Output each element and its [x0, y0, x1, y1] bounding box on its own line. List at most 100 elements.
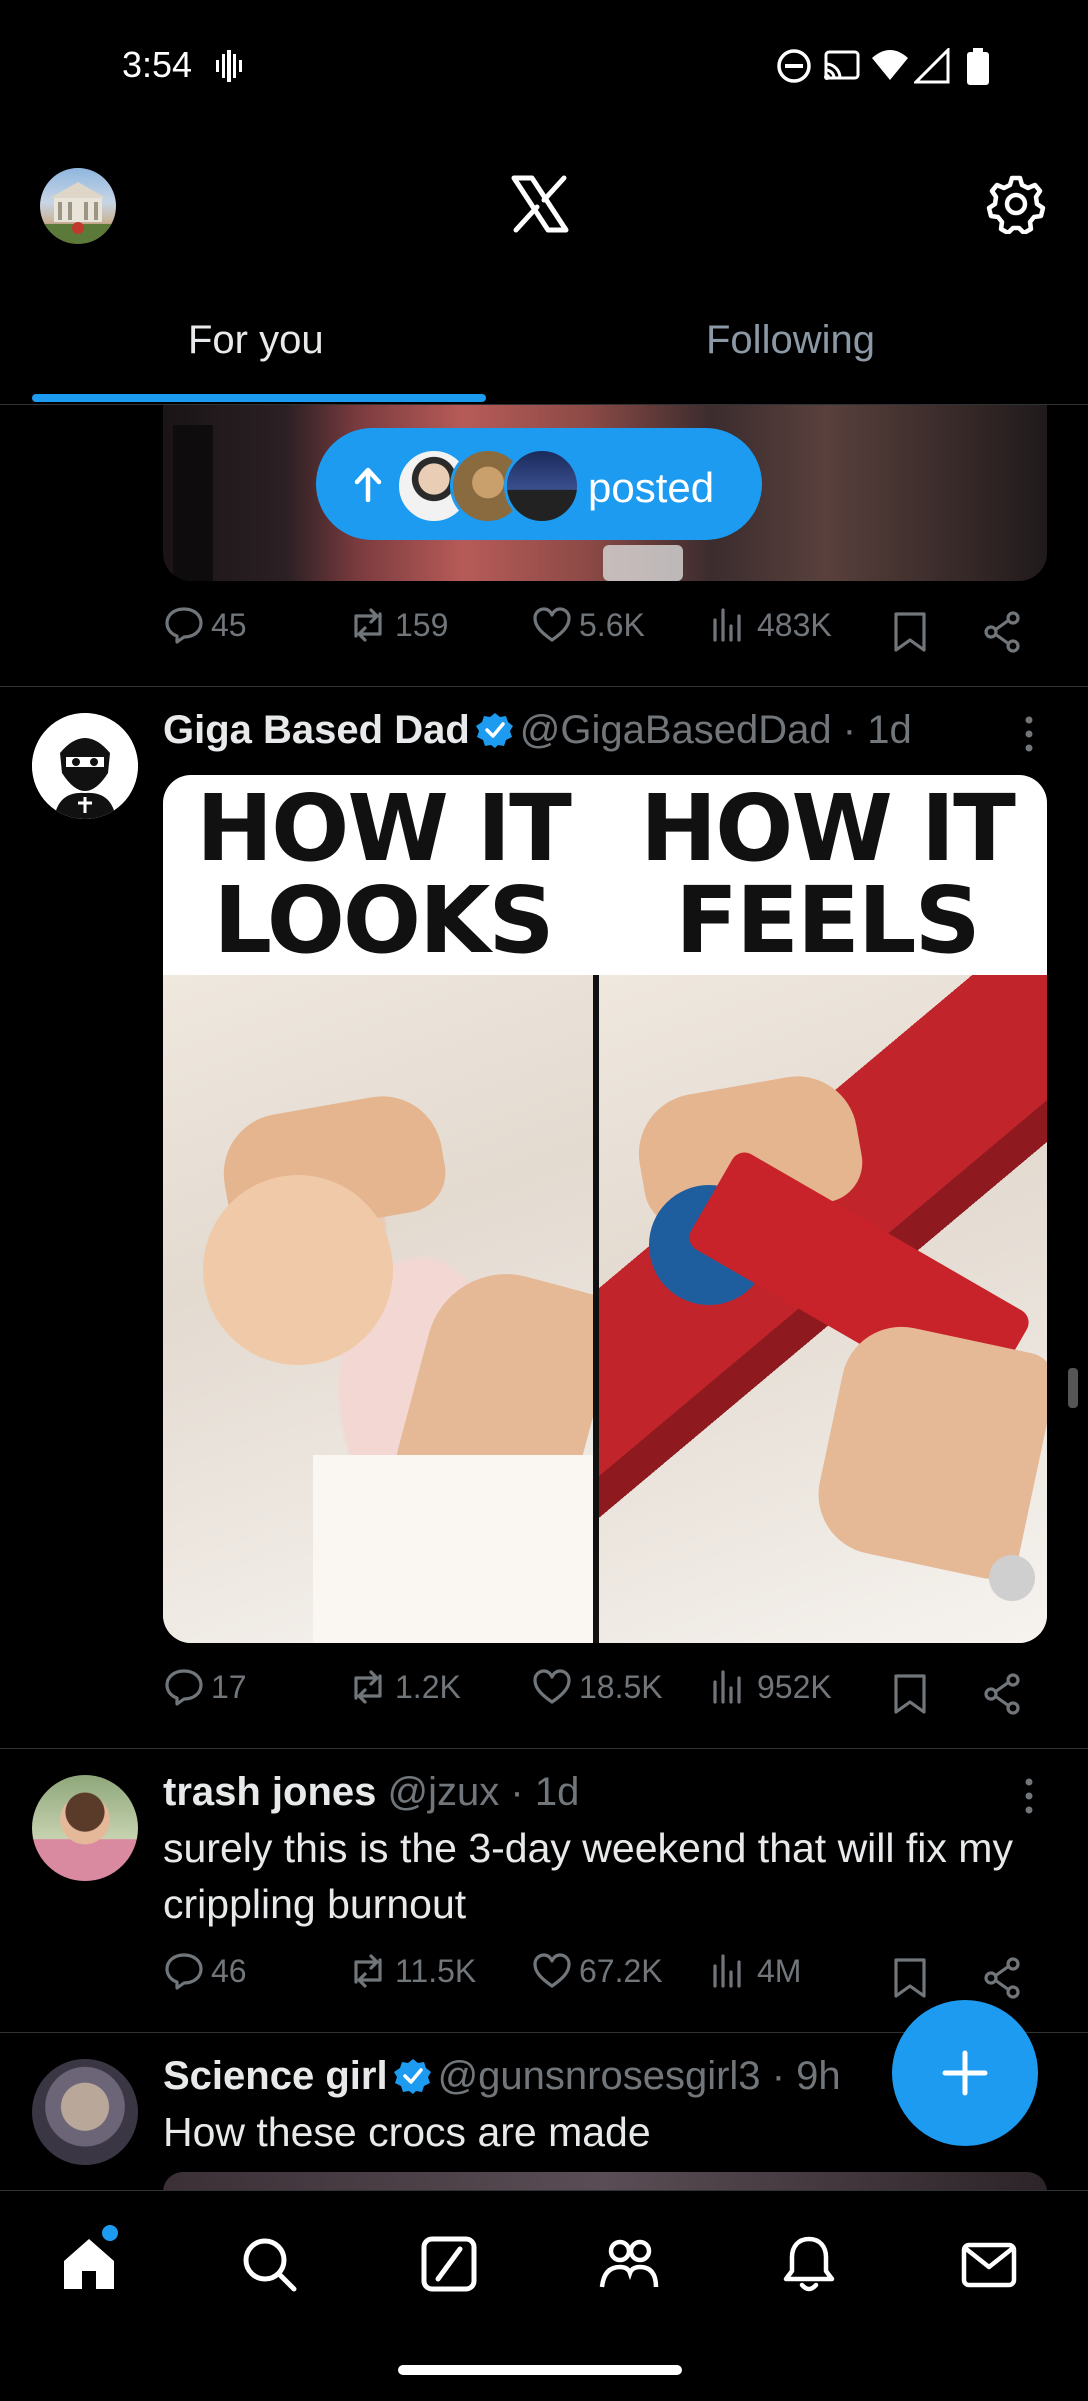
- do-not-disturb-icon: [777, 49, 811, 83]
- like-button[interactable]: 67.2K: [531, 1950, 663, 1992]
- divider: [0, 686, 1088, 687]
- view-count: 483K: [757, 606, 832, 643]
- views-button[interactable]: 952K: [709, 1666, 832, 1708]
- bookmark-icon[interactable]: [891, 610, 929, 654]
- views-button[interactable]: 483K: [709, 604, 832, 646]
- repost-count: 159: [395, 606, 449, 643]
- verified-badge-icon: [475, 713, 513, 748]
- bookmark-icon[interactable]: [891, 1956, 929, 2000]
- profile-avatar[interactable]: [40, 168, 116, 244]
- repost-count: 11.5K: [395, 1952, 477, 1989]
- like-count: 67.2K: [579, 1952, 663, 1989]
- meme-left-panel: [163, 975, 624, 1643]
- author-handle[interactable]: @GigaBasedDad: [520, 708, 832, 752]
- battery-icon: [967, 48, 989, 85]
- meme-right-panel: [599, 975, 1047, 1643]
- view-count: 4M: [757, 1952, 802, 1989]
- vibrate-icon: [216, 50, 242, 82]
- tab-for-you[interactable]: For you: [188, 318, 324, 363]
- author-handle[interactable]: @jzux: [388, 1770, 500, 1814]
- communities-icon[interactable]: [598, 2233, 660, 2295]
- reply-count: 17: [211, 1668, 247, 1705]
- reply-icon: [165, 1669, 203, 1706]
- repost-button[interactable]: 11.5K: [347, 1950, 476, 1992]
- pill-avatar: [504, 448, 580, 524]
- post-time: · 1d: [510, 1770, 580, 1814]
- share-icon[interactable]: [981, 610, 1023, 654]
- post-time: · 1d: [842, 708, 912, 752]
- post-text: How these crocs are made: [163, 2109, 651, 2155]
- author-avatar[interactable]: [32, 2059, 138, 2165]
- repost-button[interactable]: 159: [347, 604, 448, 646]
- like-button[interactable]: 5.6K: [531, 604, 645, 646]
- like-button[interactable]: 18.5K: [531, 1666, 663, 1708]
- author-handle[interactable]: @gunsnrosesgirl3: [438, 2054, 761, 2098]
- post-media-image[interactable]: HOW IT LOOKS HOW IT FEELS: [163, 775, 1047, 1643]
- post-actions: 45 159 5.6K 483K: [163, 604, 1047, 664]
- author-avatar[interactable]: [32, 713, 138, 819]
- views-button[interactable]: 4M: [709, 1950, 801, 1992]
- repost-icon: [354, 1670, 382, 1704]
- author-name[interactable]: Giga Based Dad: [163, 708, 470, 752]
- active-tab-indicator: [32, 394, 486, 402]
- reply-count: 46: [211, 1952, 247, 1989]
- post-header: trash jones @jzux · 1d: [163, 1770, 579, 1815]
- like-count: 18.5K: [579, 1668, 663, 1705]
- reply-button[interactable]: 17: [163, 1666, 247, 1708]
- x-logo-icon: [511, 175, 569, 233]
- notifications-bell-icon[interactable]: [778, 2233, 840, 2295]
- home-icon[interactable]: [58, 2233, 120, 2295]
- author-name[interactable]: trash jones: [163, 1770, 376, 1814]
- share-icon[interactable]: [981, 1672, 1023, 1716]
- repost-button[interactable]: 1.2K: [347, 1666, 461, 1708]
- gesture-home-indicator[interactable]: [398, 2365, 682, 2375]
- views-chart-icon: [713, 1954, 741, 1988]
- tab-following[interactable]: Following: [706, 318, 875, 363]
- more-options-icon[interactable]: [1014, 1776, 1044, 1816]
- repost-icon: [354, 608, 382, 642]
- scrollbar-thumb[interactable]: [1068, 1368, 1078, 1408]
- meme-left-title: HOW IT LOOKS: [196, 775, 572, 974]
- like-count: 5.6K: [579, 606, 645, 643]
- post-time: · 9h: [771, 2054, 841, 2098]
- arrow-up-icon: [354, 467, 382, 502]
- reply-button[interactable]: 46: [163, 1950, 247, 1992]
- view-count: 952K: [757, 1668, 832, 1705]
- status-time: 3:54: [122, 44, 193, 85]
- reply-icon: [165, 1953, 203, 1990]
- post-media-image[interactable]: [163, 2172, 1047, 2192]
- share-icon[interactable]: [981, 1956, 1023, 2000]
- heart-icon: [533, 607, 571, 642]
- plus-icon: [942, 2050, 988, 2096]
- grok-icon[interactable]: [418, 2233, 480, 2295]
- search-icon[interactable]: [238, 2233, 300, 2295]
- reply-count: 45: [211, 606, 247, 643]
- new-posts-label: posted: [588, 464, 715, 511]
- post-actions: 17 1.2K 18.5K 952K: [163, 1666, 1047, 1726]
- reply-icon: [165, 607, 203, 644]
- post-header: Science girl @gunsnrosesgirl3 · 9h: [163, 2054, 841, 2099]
- settings-gear-icon[interactable]: [986, 174, 1046, 234]
- cast-icon: [824, 50, 860, 80]
- author-avatar[interactable]: [32, 1775, 138, 1881]
- repost-icon: [354, 1954, 382, 1988]
- bookmark-icon[interactable]: [891, 1672, 929, 1716]
- divider: [0, 1748, 1088, 1749]
- heart-icon: [533, 1669, 571, 1704]
- views-chart-icon: [713, 1670, 741, 1704]
- reply-button[interactable]: 45: [163, 604, 247, 646]
- post-actions: 46 11.5K 67.2K 4M: [163, 1950, 1047, 2010]
- messages-envelope-icon[interactable]: [958, 2233, 1020, 2295]
- new-content-dot: [102, 2225, 118, 2241]
- compose-post-button[interactable]: [892, 2000, 1038, 2146]
- post-text: surely this is the 3-day weekend that wi…: [163, 1825, 1013, 1927]
- heart-icon: [533, 1953, 571, 1988]
- views-chart-icon: [713, 608, 741, 642]
- verified-badge-icon: [393, 2059, 431, 2094]
- wifi-icon: [872, 50, 908, 80]
- more-options-icon[interactable]: [1014, 714, 1044, 754]
- meme-right-title: HOW IT FEELS: [640, 775, 1016, 974]
- post-header: Giga Based Dad @GigaBasedDad · 1d: [163, 708, 912, 753]
- repost-count: 1.2K: [395, 1668, 461, 1705]
- author-name[interactable]: Science girl: [163, 2054, 388, 2098]
